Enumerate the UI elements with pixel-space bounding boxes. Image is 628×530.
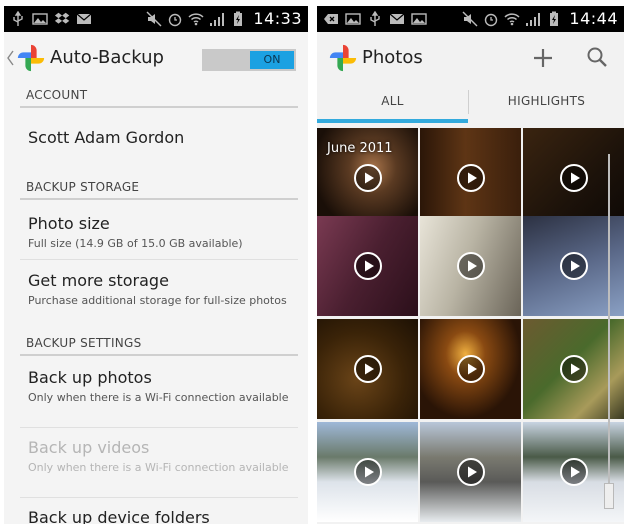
status-time: 14:44: [569, 9, 618, 28]
plus-icon[interactable]: [531, 46, 555, 70]
email-icon: [76, 13, 92, 24]
settings-list: ACCOUNT Scott Adam Gordon BACKUP STORAGE…: [4, 84, 308, 524]
section-header-label: BACKUP SETTINGS: [26, 336, 142, 350]
auto-backup-screen: 14:33 Auto-Backup ON ACCOUNT Scott Adam …: [4, 6, 308, 524]
tab-all[interactable]: ALL: [317, 84, 468, 124]
image-icon: [345, 13, 361, 25]
wifi-icon: [504, 13, 520, 26]
status-bar: 14:33: [4, 6, 308, 32]
scrollbar-track[interactable]: [608, 154, 610, 508]
status-time: 14:33: [253, 9, 302, 28]
screen-title: Photos: [362, 47, 423, 68]
selected-tab-indicator: [317, 119, 468, 123]
play-icon: [559, 252, 588, 280]
play-icon: [456, 355, 485, 383]
account-name: Scott Adam Gordon: [28, 128, 185, 147]
dropbox-icon: [54, 12, 70, 24]
play-icon: [456, 252, 485, 280]
photos-pinwheel-icon[interactable]: [328, 43, 358, 73]
section-header-label: ACCOUNT: [26, 88, 88, 102]
status-bar: 14:44: [317, 6, 624, 32]
play-icon: [456, 458, 485, 486]
back-icon: [324, 14, 338, 24]
play-icon: [353, 164, 382, 192]
item-subtitle: Full size (14.9 GB of 15.0 GB available): [28, 237, 243, 250]
usb-icon: [13, 11, 23, 26]
video-thumbnail[interactable]: [420, 216, 521, 316]
item-title: Back up device folders: [28, 508, 210, 524]
video-thumbnail[interactable]: [317, 319, 418, 419]
alarm-icon: [168, 13, 182, 27]
status-notification-icons: [10, 6, 92, 32]
photos-pinwheel-icon[interactable]: [16, 43, 46, 73]
play-icon: [559, 355, 588, 383]
play-icon: [559, 164, 588, 192]
tab-highlights[interactable]: HIGHLIGHTS: [469, 84, 624, 124]
signal-icon: [210, 13, 224, 26]
auto-backup-toggle[interactable]: ON: [202, 49, 296, 71]
item-subtitle: Purchase additional storage for full-siz…: [28, 294, 287, 307]
usb-icon: [370, 11, 380, 26]
back-up-photos-item[interactable]: Back up photos Only when there is a Wi-F…: [4, 358, 308, 428]
status-system-icons: [146, 6, 246, 32]
video-thumbnail[interactable]: [420, 422, 521, 522]
battery-charging-icon: [234, 11, 242, 26]
tab-bar: ALL HIGHLIGHTS: [317, 84, 624, 124]
play-icon: [353, 252, 382, 280]
item-title: Back up videos: [28, 438, 150, 457]
section-header-account: ACCOUNT: [4, 84, 308, 110]
battery-charging-icon: [550, 11, 558, 26]
play-icon: [559, 458, 588, 486]
status-notification-icons: [323, 6, 427, 32]
status-system-icons: [462, 6, 562, 32]
play-icon: [353, 458, 382, 486]
play-icon: [456, 164, 485, 192]
toggle-on-label: ON: [250, 51, 294, 69]
action-bar: Auto-Backup ON: [4, 32, 308, 84]
photo-size-item[interactable]: Photo size Full size (14.9 GB of 15.0 GB…: [4, 202, 308, 260]
month-label: June 2011: [327, 141, 393, 156]
play-icon: [353, 355, 382, 383]
alarm-icon: [484, 13, 498, 27]
image-icon: [32, 13, 48, 25]
scrollbar-thumb[interactable]: [604, 483, 614, 509]
search-icon[interactable]: [585, 45, 609, 69]
wifi-icon: [188, 13, 204, 26]
section-header-backup-settings: BACKUP SETTINGS: [4, 332, 308, 358]
mute-icon: [146, 11, 162, 27]
video-thumbnail[interactable]: June 2011: [317, 128, 418, 228]
section-divider: [20, 198, 298, 200]
item-title: Get more storage: [28, 271, 169, 290]
account-item[interactable]: Scott Adam Gordon: [4, 110, 308, 176]
photos-screen: 14:44 Photos ALL HIGHLIGHTS June 2011: [317, 6, 624, 524]
image-icon: [411, 13, 427, 25]
back-up-videos-item: Back up videos Only when there is a Wi-F…: [4, 428, 308, 498]
item-subtitle: Only when there is a Wi-Fi connection av…: [28, 461, 289, 474]
get-more-storage-item[interactable]: Get more storage Purchase additional sto…: [4, 260, 308, 332]
photo-grid: June 2011: [317, 124, 624, 524]
video-thumbnail[interactable]: [317, 422, 418, 522]
section-header-backup-storage: BACKUP STORAGE: [4, 176, 308, 202]
section-divider: [20, 106, 298, 108]
video-thumbnail[interactable]: [317, 216, 418, 316]
mute-icon: [462, 11, 478, 27]
email-icon: [389, 13, 405, 24]
screen-title: Auto-Backup: [50, 47, 164, 68]
signal-icon: [526, 13, 540, 26]
back-up-device-folders-item[interactable]: Back up device folders: [4, 498, 308, 524]
section-divider: [20, 354, 298, 356]
section-header-label: BACKUP STORAGE: [26, 180, 140, 194]
item-subtitle: Only when there is a Wi-Fi connection av…: [28, 391, 289, 404]
item-title: Back up photos: [28, 368, 152, 387]
video-thumbnail[interactable]: [420, 319, 521, 419]
item-title: Photo size: [28, 214, 110, 233]
action-bar: Photos: [317, 32, 624, 84]
video-thumbnail[interactable]: [420, 128, 521, 228]
up-caret-icon[interactable]: [6, 49, 14, 67]
